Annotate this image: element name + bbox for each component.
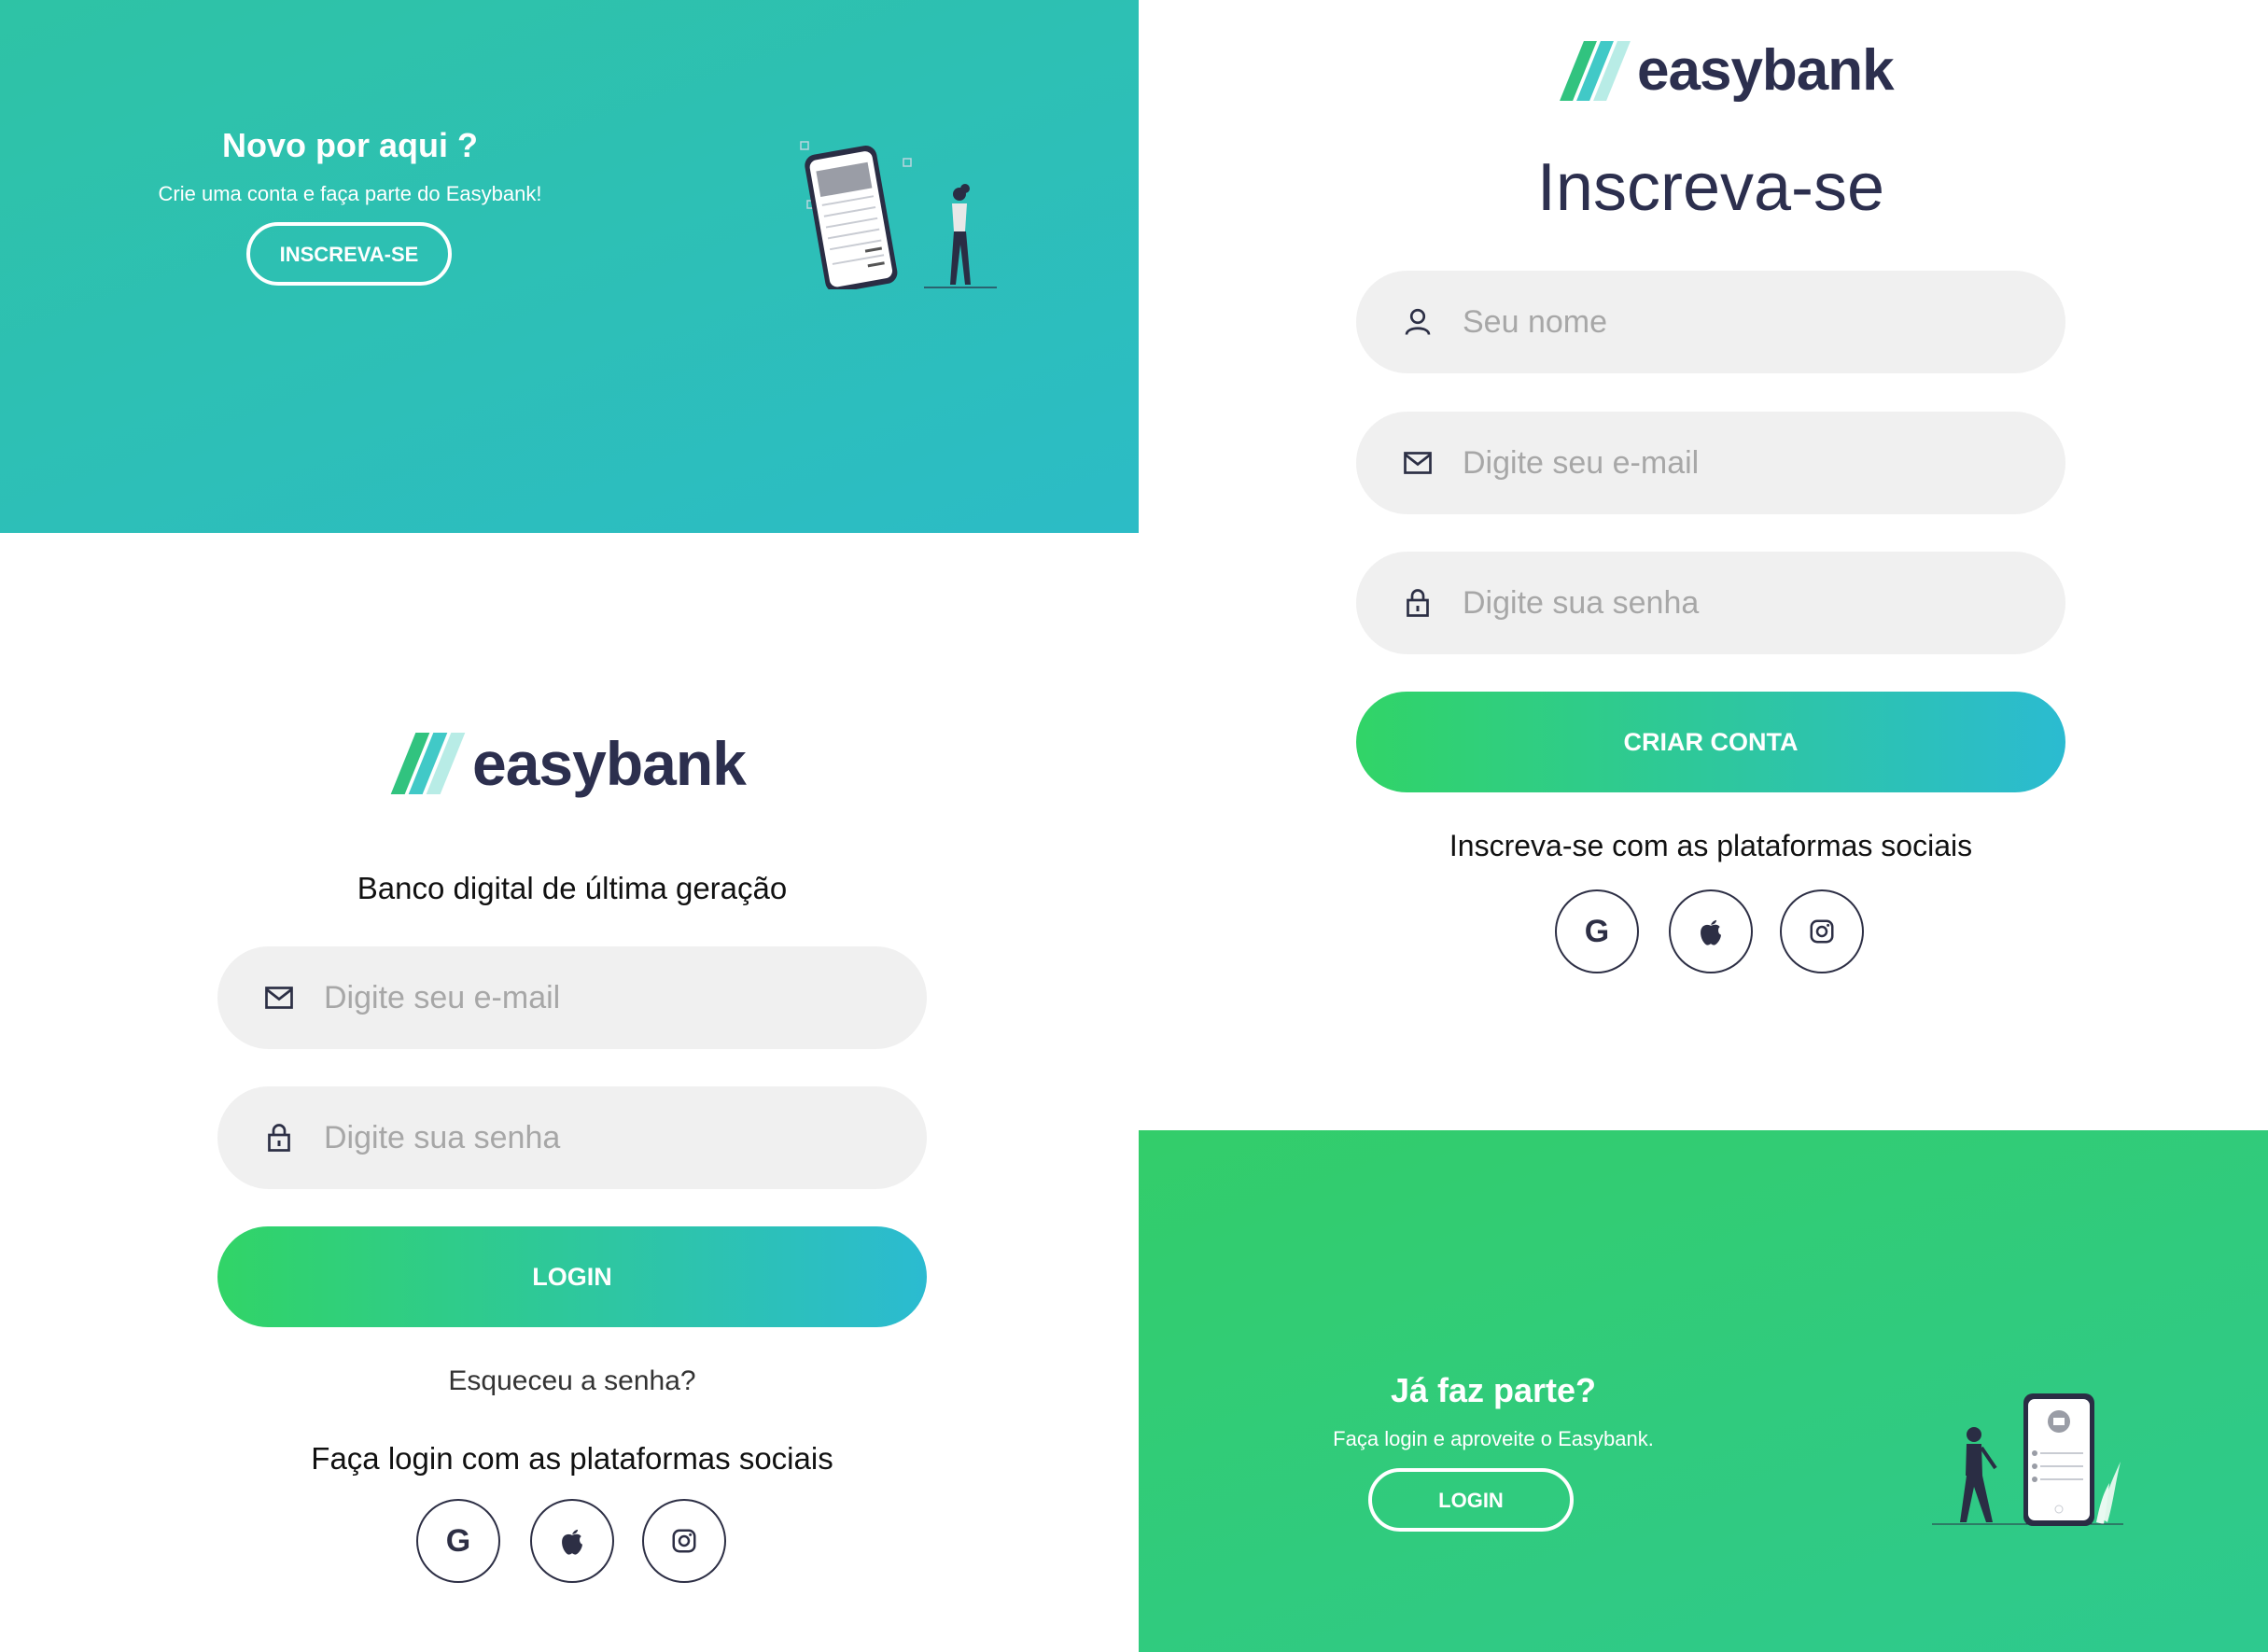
mail-icon <box>265 987 293 1009</box>
login-password-field[interactable] <box>217 1086 927 1189</box>
lock-icon <box>1407 589 1429 617</box>
instagram-icon <box>672 1529 696 1553</box>
signup-instagram-button[interactable] <box>1780 889 1864 973</box>
login-promo-subtitle: Faça login e aproveite o Easybank. <box>1333 1427 1654 1450</box>
easybank-logo-icon <box>1559 40 1633 101</box>
google-icon: G <box>1584 913 1610 949</box>
login-email-input[interactable] <box>322 978 848 1017</box>
login-social-text: Faça login com as plataformas sociais <box>311 1441 833 1476</box>
login-instagram-button[interactable] <box>642 1499 726 1583</box>
signup-social-text: Inscreva-se com as plataformas sociais <box>1449 829 1973 862</box>
lock-icon <box>268 1124 290 1152</box>
apple-icon <box>562 1529 582 1555</box>
easybank-logo-icon <box>390 733 469 794</box>
signup-google-button[interactable]: G <box>1555 889 1639 973</box>
login-tagline: Banco digital de última geração <box>357 871 788 905</box>
signup-promo-subtitle: Crie uma conta e faça parte do Easybank! <box>158 182 542 205</box>
login-apple-button[interactable] <box>530 1499 614 1583</box>
create-account-button[interactable]: CRIAR CONTA <box>1356 692 2065 792</box>
login-promo-title: Já faz parte? <box>1390 1371 1597 1409</box>
phone-person-illustration <box>800 141 997 289</box>
signup-promo-title: Novo por aqui ? <box>222 126 478 164</box>
login-email-field[interactable] <box>217 946 927 1049</box>
signup-brand-logo: easybank <box>1559 37 1895 104</box>
instagram-icon <box>1810 919 1834 944</box>
signup-email-input[interactable] <box>1461 443 1987 483</box>
login-google-button[interactable]: G <box>416 1499 500 1583</box>
signup-form-title: Inscreva-se <box>1536 150 1885 225</box>
google-icon: G <box>445 1522 471 1559</box>
name-input[interactable] <box>1461 302 1987 342</box>
login-brand-logo: easybank <box>390 728 747 799</box>
signup-apple-button[interactable] <box>1669 889 1753 973</box>
signup-promo-panel: Novo por aqui ? Crie uma conta e faça pa… <box>0 0 1139 533</box>
signup-email-field[interactable] <box>1356 412 2065 514</box>
signup-password-input[interactable] <box>1461 583 1987 623</box>
promo-signup-button[interactable]: INSCREVA-SE <box>246 222 452 286</box>
forgot-password-link[interactable]: Esqueceu a senha? <box>217 1365 927 1397</box>
phone-person-illustration <box>1932 1393 2123 1526</box>
login-password-input[interactable] <box>322 1118 848 1157</box>
promo-login-button[interactable]: LOGIN <box>1368 1468 1574 1532</box>
name-field[interactable] <box>1356 271 2065 373</box>
apple-icon <box>1701 919 1721 945</box>
user-icon <box>1405 308 1431 335</box>
login-button[interactable]: LOGIN <box>217 1226 927 1327</box>
brand-wordmark: easybank <box>472 729 747 798</box>
mail-icon <box>1404 452 1432 474</box>
login-promo-panel: Já faz parte? Faça login e aproveite o E… <box>1139 1130 2268 1652</box>
signup-password-field[interactable] <box>1356 552 2065 654</box>
brand-wordmark: easybank <box>1637 38 1895 103</box>
